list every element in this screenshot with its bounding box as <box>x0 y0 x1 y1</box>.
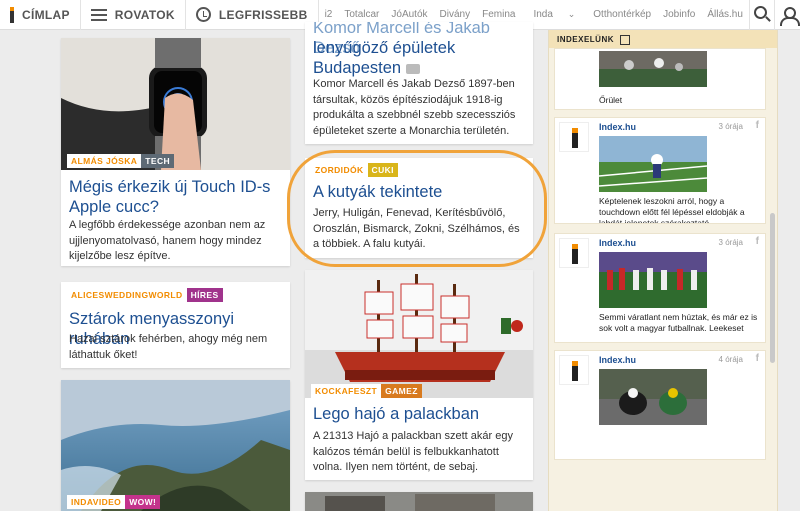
chevron-down-icon: ⌄ <box>567 9 576 19</box>
site-link-i2[interactable]: i2 <box>325 9 333 20</box>
article-title[interactable]: Lego hajó a palackban <box>313 404 525 424</box>
index-logo-icon <box>10 6 14 23</box>
cimlap-label: CÍMLAP <box>22 7 70 22</box>
rail-thumb <box>599 369 707 425</box>
article-tags: ALICESWEDDINGWORLD HÍRES <box>67 288 223 302</box>
camera-icon <box>405 63 420 74</box>
rail-caption[interactable]: Képtelenek leszokni arról, hogy a touchd… <box>599 196 759 223</box>
rail-caption[interactable]: Őrület <box>599 95 759 106</box>
article-tags: ALMÁS JÓSKA TECH <box>67 154 175 168</box>
cimlap-button[interactable]: CÍMLAP <box>0 0 81 30</box>
rail-header-label: INDEXELÜNK <box>557 35 615 45</box>
article-image-watch <box>61 38 290 170</box>
clock-icon <box>195 7 211 22</box>
article-card-watch[interactable]: ALMÁS JÓSKA TECH Mégis érkezik új Touch … <box>61 38 290 266</box>
author-tag[interactable]: KOCKAFESZT <box>311 384 382 398</box>
article-title[interactable]: lenyűgöző épületek Budapesten <box>313 38 525 78</box>
rail-item-1[interactable]: Index.hu 3 órája f Képtelenek leszokni a… <box>554 117 766 224</box>
site-link-otthonterkep[interactable]: Otthontérkép <box>593 9 651 20</box>
article-tags: INDAVIDEO WOW! <box>67 495 161 509</box>
article-card-dogs[interactable]: ZORDIDÓK CUKI A kutyák tekintete Jerry, … <box>305 158 533 258</box>
article-card-alice[interactable]: ALICESWEDDINGWORLD HÍRES Sztárok menyass… <box>61 282 290 368</box>
rail-source[interactable]: Index.hu <box>599 238 636 248</box>
menu-icon <box>90 8 107 21</box>
article-image-lego <box>305 270 533 398</box>
site-link-femina[interactable]: Femina <box>482 9 515 20</box>
author-tag[interactable]: ALICESWEDDINGWORLD <box>67 288 187 302</box>
rail-caption[interactable]: Semmi váratlant nem húztak, és már ez is… <box>599 312 759 334</box>
legfrissebb-button[interactable]: LEGFRISSEBB <box>186 0 319 30</box>
rail-source[interactable]: Index.hu <box>599 355 636 365</box>
category-tag[interactable]: HÍRES <box>186 288 223 302</box>
author-tag[interactable]: INDAVIDEO <box>67 495 126 509</box>
index-favicon <box>559 355 589 385</box>
category-tag[interactable]: GAMEZ <box>381 384 422 398</box>
rail-scrollbar[interactable] <box>770 213 775 363</box>
author-tag[interactable]: ALMÁS JÓSKA <box>67 154 142 168</box>
site-link-joautok[interactable]: JóAutók <box>391 9 427 20</box>
profile-button[interactable] <box>774 0 800 30</box>
article-title[interactable]: Mégis érkezik új Touch ID-s Apple cucc? <box>69 177 282 217</box>
article-tags: ZORDIDÓK CUKI <box>311 163 398 177</box>
legfrissebb-label: LEGFRISSEBB <box>218 7 308 22</box>
article-image-indavideo <box>61 380 290 511</box>
facebook-icon[interactable]: f <box>756 236 759 247</box>
rail-thumb <box>599 136 707 192</box>
rail-source[interactable]: Index.hu <box>599 122 636 132</box>
article-card-budapest[interactable]: Komor Marcell és Jakab Dezső lenyűgöző é… <box>305 22 533 144</box>
rovatok-button[interactable]: ROVATOK <box>81 0 186 30</box>
indexelunk-rail: INDEXELÜNK Őrület Index.hu 3 órája f Kép… <box>548 30 778 511</box>
category-tag[interactable]: CUKI <box>367 163 398 177</box>
article-tags: KOCKAFESZT GAMEZ <box>311 384 422 398</box>
site-link-allas[interactable]: Állás.hu <box>707 9 743 20</box>
facebook-icon[interactable]: f <box>756 353 759 364</box>
index-favicon <box>559 238 589 268</box>
article-title-text: lenyűgöző épületek Budapesten <box>313 39 456 77</box>
rail-thumb <box>599 252 707 308</box>
rail-time: 3 órája <box>718 122 743 131</box>
article-lead: Komor Marcell és Jakab Dezső 1897-ben tá… <box>313 78 516 137</box>
site-link-totalcar[interactable]: Totalcar <box>344 9 379 20</box>
article-lead: A 21313 Hajó a palackban szett akár egy … <box>313 430 513 473</box>
site-link-jobinfo[interactable]: Jobinfo <box>663 9 695 20</box>
search-icon <box>753 6 767 19</box>
article-lead: A legfőbb érdekessége azonban nem az ujj… <box>69 219 266 262</box>
user-icon <box>779 6 800 26</box>
article-lead: Jerry, Huligán, Fenevad, Kerítésbűvölő, … <box>313 207 520 250</box>
category-tag[interactable]: TECH <box>141 154 175 168</box>
index-favicon <box>559 122 589 152</box>
external-link-icon[interactable] <box>620 35 631 45</box>
facebook-icon[interactable]: f <box>756 120 759 131</box>
site-link-inda[interactable]: Inda ⌄ <box>527 9 581 20</box>
article-image-next <box>305 492 533 511</box>
rail-thumb <box>599 51 707 87</box>
article-card-next[interactable] <box>305 492 533 511</box>
article-lead: Hazai sztárok fehérben, ahogy még nem lá… <box>69 333 268 361</box>
site-link-divany[interactable]: Divány <box>440 9 471 20</box>
inda-label: Inda <box>533 9 553 20</box>
article-title[interactable]: A kutyák tekintete <box>313 182 525 202</box>
author-tag[interactable]: ZORDIDÓK <box>311 163 368 177</box>
rail-header: INDEXELÜNK <box>549 30 777 48</box>
category-tag[interactable]: WOW! <box>125 495 161 509</box>
rail-time: 3 órája <box>718 238 743 247</box>
rail-item-3[interactable]: Index.hu 4 órája f <box>554 350 766 460</box>
rail-item-0[interactable]: Őrület <box>554 48 766 110</box>
search-button[interactable] <box>748 0 775 30</box>
rovatok-label: ROVATOK <box>114 7 175 22</box>
article-card-indavideo[interactable]: INDAVIDEO WOW! <box>61 380 290 511</box>
rail-item-2[interactable]: Index.hu 3 órája f Semmi váratlant nem h… <box>554 233 766 343</box>
rail-time: 4 órája <box>718 355 743 364</box>
article-card-lego[interactable]: KOCKAFESZT GAMEZ Lego hajó a palackban A… <box>305 270 533 480</box>
